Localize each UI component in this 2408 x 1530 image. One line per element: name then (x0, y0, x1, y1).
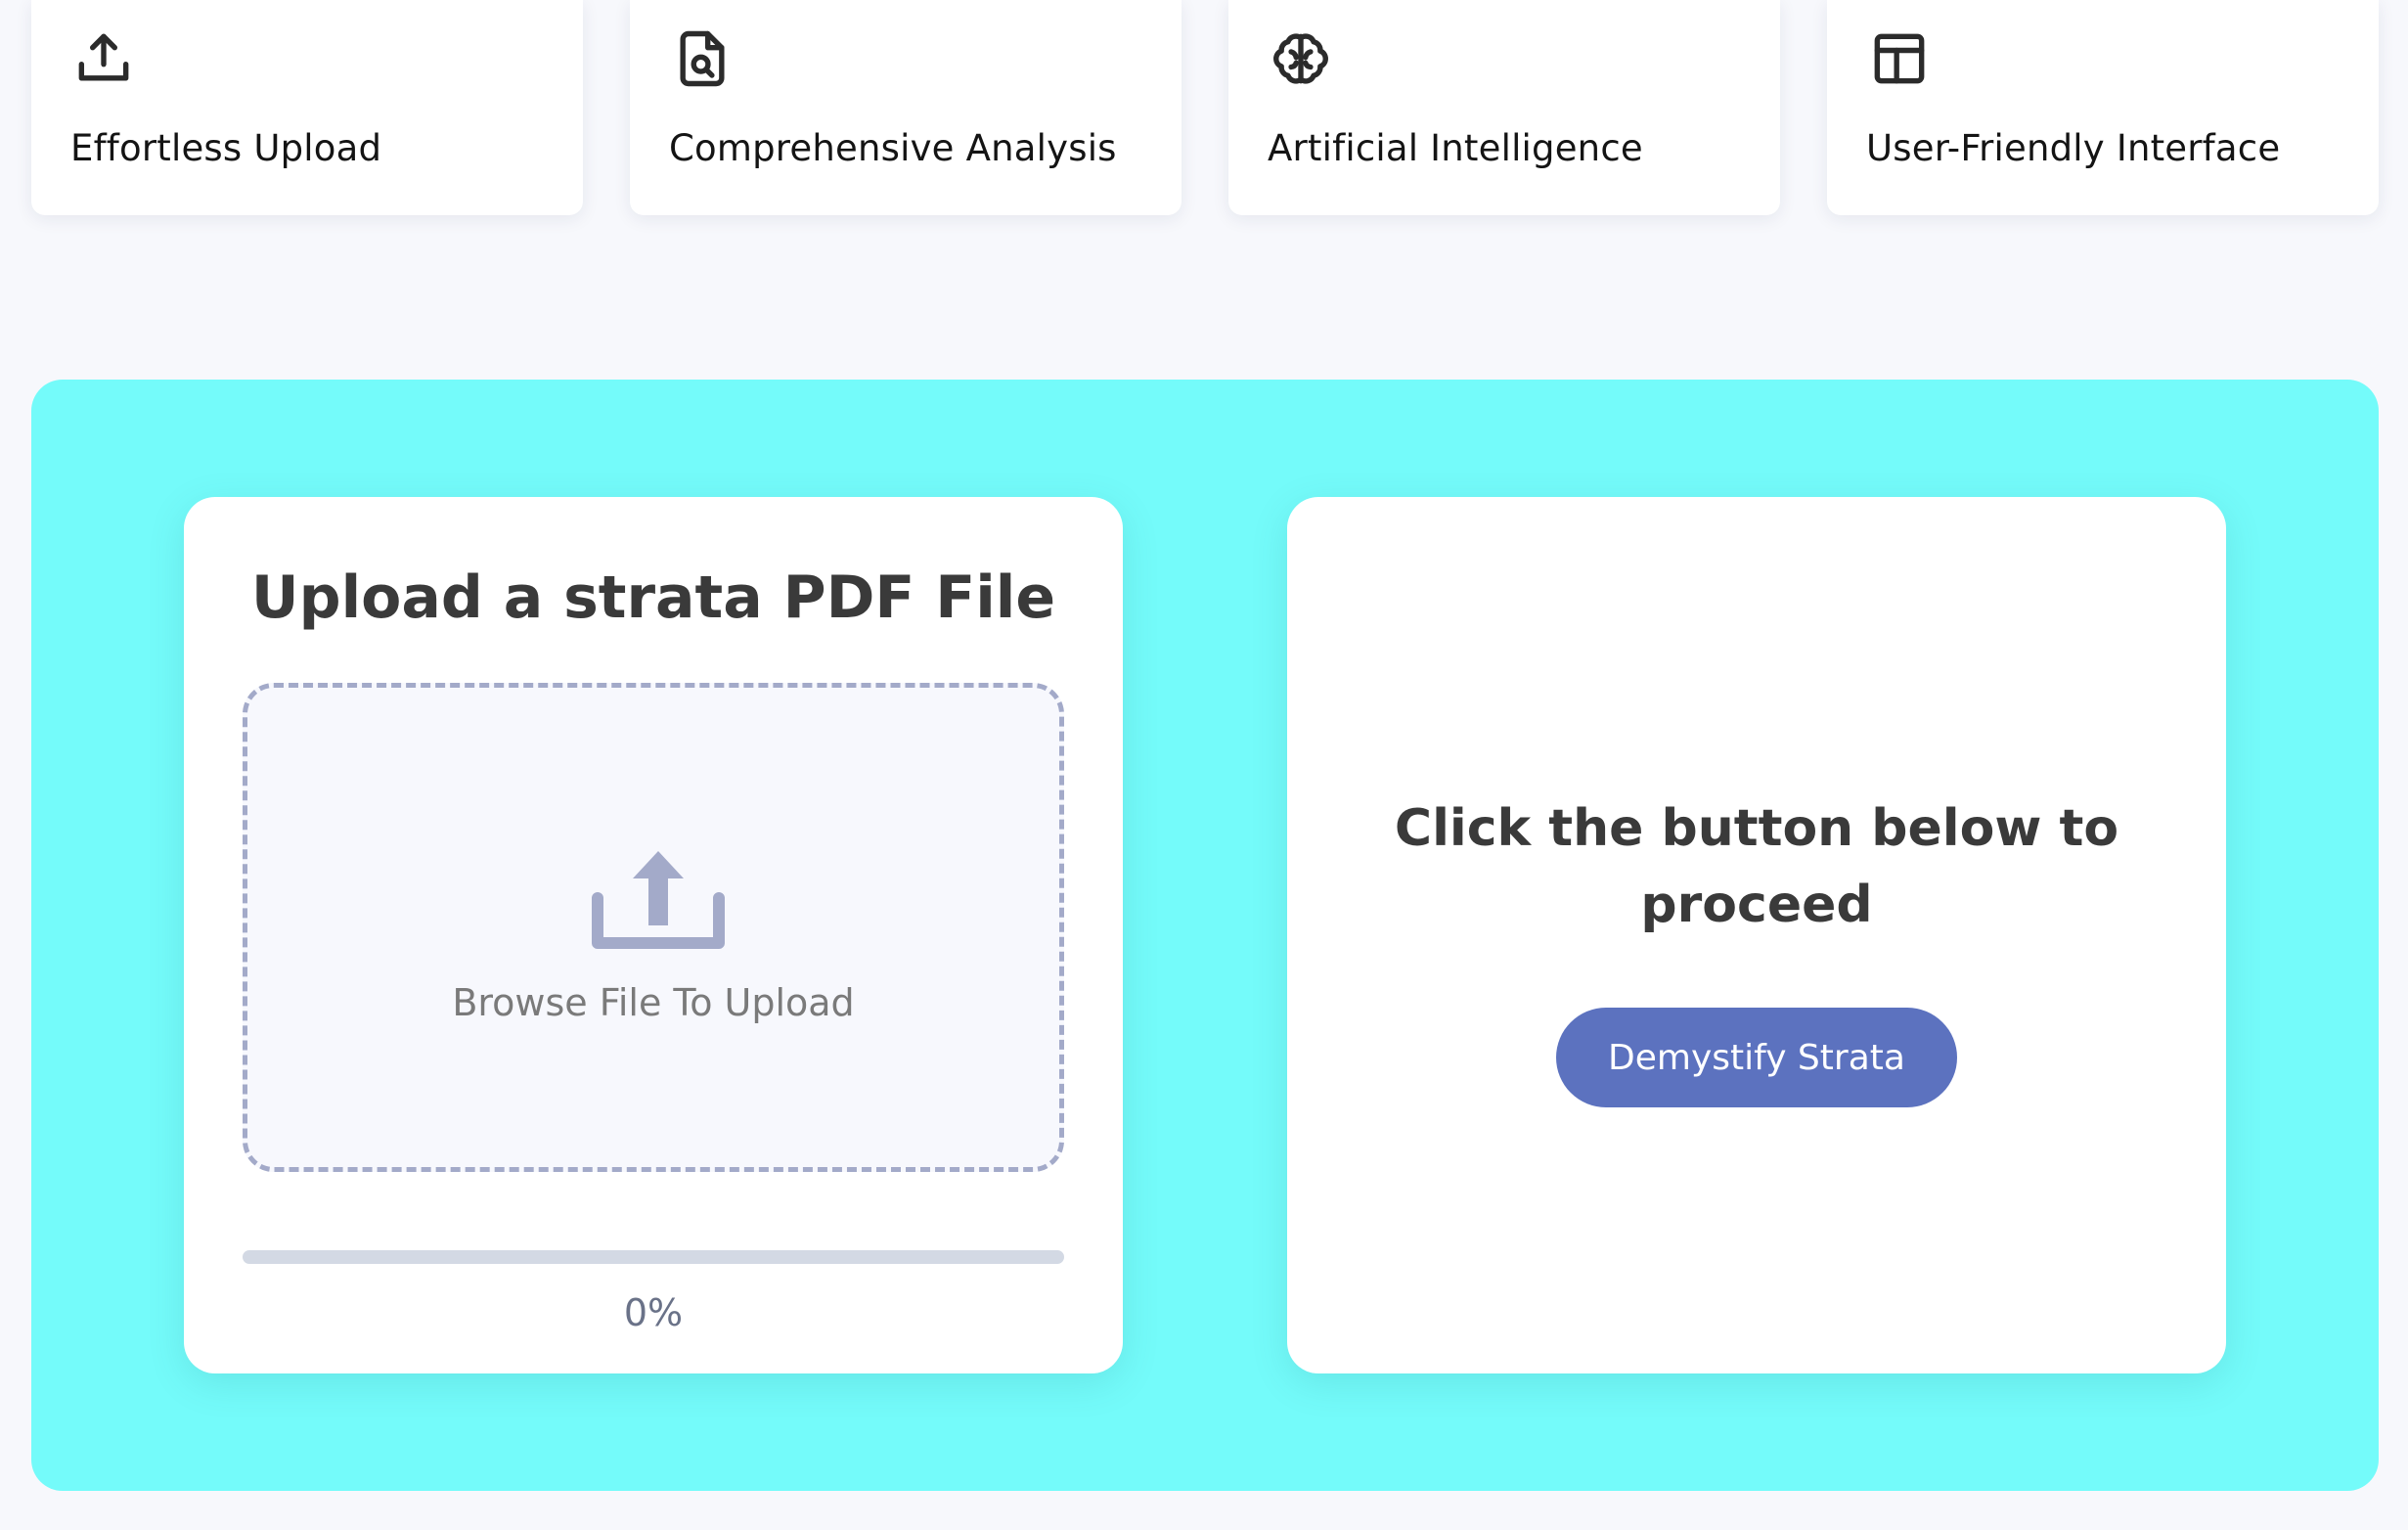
feature-card-artificial-intelligence: Artificial Intelligence (1228, 0, 1780, 215)
feature-card-user-friendly-interface: User-Friendly Interface (1827, 0, 2379, 215)
layout-icon (1866, 25, 1933, 92)
upload-progress-text: 0% (623, 1291, 684, 1334)
upload-section: Upload a strata PDF File Browse File To … (31, 380, 2379, 1491)
feature-title: Comprehensive Analysis (669, 127, 1117, 169)
upload-icon (590, 849, 727, 957)
proceed-panel: Click the button below to proceed Demyst… (1287, 497, 2226, 1373)
feature-title: Artificial Intelligence (1268, 127, 1643, 169)
proceed-message: Click the button below to proceed (1394, 799, 2119, 934)
upload-icon (70, 25, 137, 92)
feature-title: User-Friendly Interface (1866, 127, 2281, 169)
upload-panel: Upload a strata PDF File Browse File To … (184, 497, 1123, 1373)
demystify-strata-button[interactable]: Demystify Strata (1556, 1008, 1957, 1107)
browse-file-label: Browse File To Upload (452, 981, 855, 1024)
brain-icon (1268, 25, 1334, 92)
upload-progress-bar (243, 1250, 1064, 1264)
upload-title: Upload a strata PDF File (250, 563, 1056, 632)
document-search-icon (669, 25, 736, 92)
file-dropzone[interactable]: Browse File To Upload (243, 683, 1064, 1172)
feature-card-comprehensive-analysis: Comprehensive Analysis (630, 0, 1182, 215)
feature-card-effortless-upload: Effortless Upload (31, 0, 583, 215)
feature-title: Effortless Upload (70, 127, 382, 169)
features-row: Effortless Upload Comprehensive Analysis (31, 0, 2379, 215)
